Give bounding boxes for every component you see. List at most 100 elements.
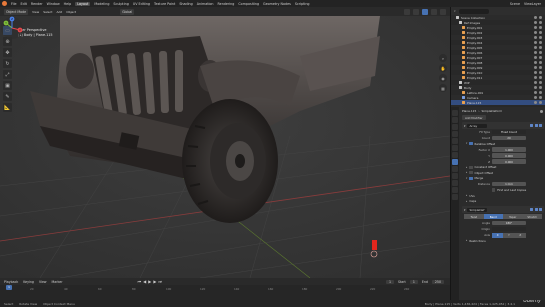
relative-offset-checkbox[interactable] — [469, 142, 473, 146]
current-frame-field[interactable]: 1 — [385, 279, 395, 284]
render-camera-icon[interactable] — [539, 21, 542, 24]
object-tab[interactable] — [452, 152, 458, 158]
move-tool-icon[interactable]: ✥ — [3, 48, 12, 57]
fit-type-dropdown[interactable]: Fixed Count — [492, 129, 526, 135]
menu-help[interactable]: Help — [64, 2, 72, 6]
axis-y[interactable]: Y — [503, 232, 515, 238]
render-camera-icon[interactable] — [539, 71, 542, 74]
render-camera-icon[interactable] — [539, 61, 542, 64]
tab-layout[interactable]: Layout — [75, 1, 91, 6]
eye-icon[interactable] — [534, 16, 537, 19]
selected-object-marker[interactable] — [372, 240, 377, 250]
tab-texture-paint[interactable]: Texture Paint — [154, 2, 175, 6]
eye-icon[interactable] — [534, 41, 537, 44]
menu-file[interactable]: File — [11, 2, 17, 6]
menu-add[interactable]: Add — [56, 10, 62, 14]
data-tab[interactable] — [452, 187, 458, 193]
scene-selector[interactable]: Scene — [510, 2, 520, 6]
factor-y-field[interactable]: 0.000 — [492, 153, 526, 158]
tab-uv-editing[interactable]: UV Editing — [133, 2, 150, 6]
material-shading-button[interactable] — [431, 8, 437, 15]
collapse-icon[interactable]: ▾ — [464, 208, 465, 212]
prev-key-icon[interactable]: ◀ — [143, 279, 146, 284]
output-tab[interactable] — [452, 124, 458, 130]
pan-icon[interactable]: ✋ — [439, 64, 447, 72]
rotate-tool-icon[interactable]: ↻ — [3, 59, 12, 68]
merge-checkbox[interactable] — [469, 176, 473, 180]
play-icon[interactable]: ▶ — [148, 279, 151, 284]
3d-viewport[interactable]: User Perspective (1) Body | Plane.115 ▭ … — [0, 16, 450, 278]
eye-icon[interactable] — [534, 81, 537, 84]
blender-logo-icon[interactable] — [2, 1, 7, 6]
material-tab[interactable] — [452, 194, 458, 200]
array-modifier-header[interactable]: ▾ Array — [462, 122, 544, 129]
eye-icon[interactable] — [534, 46, 537, 49]
zoom-icon[interactable]: ⌕ — [439, 54, 447, 62]
menu-marker[interactable]: Marker — [52, 280, 63, 284]
factor-x-field[interactable]: 1.000 — [492, 147, 526, 152]
tab-rendering[interactable]: Rendering — [218, 2, 235, 6]
restrictions-panel[interactable]: ▸ Restrictions — [460, 238, 545, 244]
viewport-display-icon[interactable] — [534, 208, 538, 211]
factor-z-field[interactable]: 0.000 — [492, 159, 526, 164]
render-camera-icon[interactable] — [539, 36, 542, 39]
edit-mode-icon[interactable] — [530, 208, 533, 211]
object-offset-checkbox[interactable] — [469, 171, 473, 175]
navigation-gizmo[interactable]: X Y Z — [0, 16, 24, 40]
constant-offset-checkbox[interactable] — [469, 165, 473, 169]
render-camera-icon[interactable] — [539, 41, 542, 44]
array-modifier-name[interactable]: Array — [467, 123, 488, 128]
filter-icon[interactable]: ▿ — [454, 9, 456, 13]
collapse-icon[interactable]: ▾ — [464, 124, 465, 128]
angle-field[interactable]: 180° — [492, 220, 526, 226]
transform-orientation-dropdown[interactable]: Global — [120, 8, 135, 15]
overlay-toggle[interactable] — [404, 8, 410, 15]
end-frame-field[interactable]: 250 — [431, 279, 444, 284]
view-layer-tab[interactable] — [452, 131, 458, 137]
tab-geometry-nodes[interactable]: Geometry Nodes — [263, 2, 291, 6]
first-last-checkbox[interactable] — [492, 188, 496, 192]
eye-icon[interactable] — [534, 31, 537, 34]
eye-icon[interactable] — [534, 36, 537, 39]
world-tab[interactable] — [452, 145, 458, 151]
simple-deform-modifier-header[interactable]: ▾ SimpleDef — [462, 206, 544, 213]
edit-mode-icon[interactable] — [530, 124, 533, 127]
render-camera-icon[interactable] — [539, 46, 542, 49]
viewport-display-icon[interactable] — [534, 124, 538, 127]
menu-window[interactable]: Window — [47, 2, 60, 6]
camera-view-icon[interactable]: ◉ — [439, 74, 447, 82]
rendered-shading-button[interactable] — [440, 8, 446, 15]
menu-view-timeline[interactable]: View — [39, 280, 47, 284]
render-camera-icon[interactable] — [539, 86, 542, 89]
menu-view[interactable]: View — [32, 10, 39, 14]
distance-field[interactable]: 1 mm — [492, 181, 526, 187]
menu-object[interactable]: Object — [66, 10, 76, 14]
eye-icon[interactable] — [534, 71, 537, 74]
tool-tab[interactable] — [452, 110, 458, 116]
tab-modeling[interactable]: Modeling — [94, 2, 109, 6]
measure-tool-icon[interactable]: 📐 — [3, 103, 12, 112]
mode-stretch[interactable]: Stretch — [522, 214, 542, 219]
next-key-icon[interactable]: ▶ — [153, 279, 156, 284]
outliner-search-input[interactable] — [458, 8, 489, 14]
scale-tool-icon[interactable]: ⤢ — [3, 70, 12, 79]
mode-dropdown[interactable]: Object Mode — [4, 8, 29, 15]
render-camera-icon[interactable] — [539, 56, 542, 59]
eye-icon[interactable] — [534, 61, 537, 64]
add-modifier-button[interactable]: Add Modifier — [462, 115, 486, 120]
jump-start-icon[interactable]: ⏮ — [138, 279, 142, 284]
modifier-tab[interactable] — [452, 159, 458, 165]
simple-deform-name[interactable]: SimpleDef — [467, 207, 488, 212]
eye-icon[interactable] — [534, 96, 537, 99]
render-camera-icon[interactable] — [539, 31, 542, 34]
eye-icon[interactable] — [534, 56, 537, 59]
viewlayer-selector[interactable]: ViewLayer — [524, 2, 541, 6]
menu-edit[interactable]: Edit — [21, 2, 27, 6]
render-camera-icon[interactable] — [539, 16, 542, 19]
constraints-tab[interactable] — [452, 180, 458, 186]
eye-icon[interactable] — [534, 21, 537, 24]
render-camera-icon[interactable] — [539, 91, 542, 94]
eye-icon[interactable] — [534, 66, 537, 69]
axis-z[interactable]: Z — [514, 232, 526, 238]
render-camera-icon[interactable] — [539, 66, 542, 69]
